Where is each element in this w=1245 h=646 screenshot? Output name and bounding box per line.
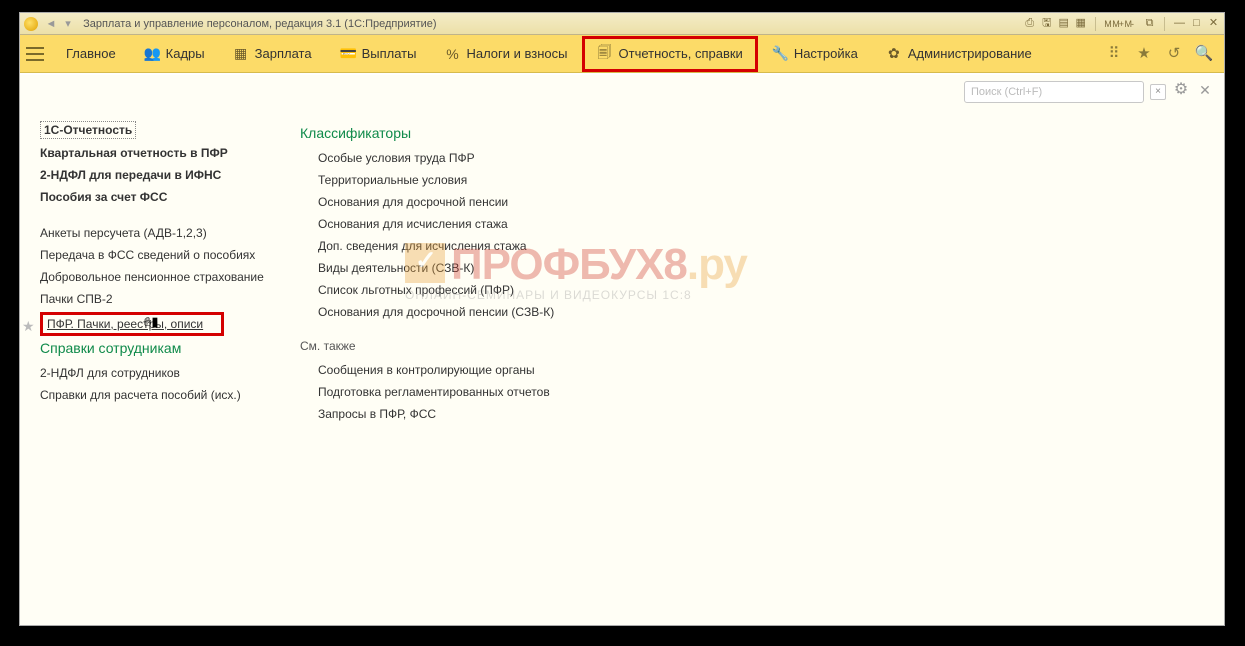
link-adv-forms[interactable]: Анкеты персучета (АДВ-1,2,3) — [40, 222, 300, 244]
link-2ndfl-ifns[interactable]: 2-НДФЛ для передачи в ИФНС — [40, 164, 300, 186]
tb-attach-icon[interactable]: ⧉ — [1143, 17, 1156, 30]
global-search-icon[interactable]: 🔍 — [1194, 44, 1214, 64]
nav-staff[interactable]: 👥 Кадры — [130, 39, 219, 69]
apps-grid-icon[interactable]: ⠿ — [1104, 44, 1124, 64]
link-preferential-jobs[interactable]: Список льготных профессий (ПФР) — [318, 279, 1204, 301]
link-seniority-extra[interactable]: Доп. сведения для исчисления стажа — [318, 235, 1204, 257]
link-early-pension-szvk[interactable]: Основания для досрочной пенсии (СЗВ-К) — [318, 301, 1204, 323]
link-benefit-refs[interactable]: Справки для расчета пособий (исх.) — [40, 384, 300, 406]
link-regulated-reports[interactable]: Подготовка регламентированных отчетов — [318, 381, 1204, 403]
favorite-indicator-icon[interactable]: ★ — [22, 318, 35, 335]
favorite-star-icon[interactable]: ★ — [1134, 44, 1154, 64]
wrench-icon: 🔧 — [772, 45, 788, 62]
link-territorial[interactable]: Территориальные условия — [318, 169, 1204, 191]
card-icon: 💳 — [340, 45, 356, 62]
people-icon: 👥 — [144, 45, 160, 62]
link-pfr-fss-requests[interactable]: Запросы в ПФР, ФСС — [318, 403, 1204, 425]
nav-salary-label: Зарплата — [255, 46, 312, 61]
window-minimize-icon[interactable]: — — [1173, 17, 1186, 30]
link-seniority-basis[interactable]: Основания для исчисления стажа — [318, 213, 1204, 235]
nav-settings[interactable]: 🔧 Настройка — [758, 39, 872, 69]
link-fss-transfer[interactable]: Передача в ФСС сведений о пособиях — [40, 244, 300, 266]
link-pfr-quarterly[interactable]: Квартальная отчетность в ПФР — [40, 142, 300, 164]
tb-calendar-icon[interactable]: ▦ — [1074, 17, 1087, 30]
nav-payments[interactable]: 💳 Выплаты — [326, 39, 431, 69]
right-content-column: ПРОФБУХ8.ру ОНЛАЙН-СЕМИНАРЫ И ВИДЕОКУРСЫ… — [300, 115, 1204, 625]
back-icon[interactable]: ◄ — [44, 18, 58, 30]
nav-salary[interactable]: ▦ Зарплата — [219, 39, 326, 69]
content-area: Поиск (Ctrl+F) × ⚙ ✕ 1С-Отчетность Кварт… — [20, 75, 1224, 625]
link-voluntary-pension[interactable]: Добровольное пенсионное страхование — [40, 266, 300, 288]
nav-admin[interactable]: ✿ Администрирование — [872, 39, 1046, 69]
tb-print-icon[interactable]: ⎙ — [1023, 17, 1036, 30]
link-2ndfl-employees[interactable]: 2-НДФЛ для сотрудников — [40, 362, 300, 384]
search-input[interactable]: Поиск (Ctrl+F) — [964, 81, 1144, 103]
link-activity-types[interactable]: Виды деятельности (СЗВ-К) — [318, 257, 1204, 279]
window-close-icon[interactable]: ✕ — [1207, 17, 1220, 30]
nav-settings-label: Настройка — [794, 46, 858, 61]
page-toolrow: Поиск (Ctrl+F) × ⚙ ✕ — [964, 81, 1214, 103]
forward-icon[interactable]: ▾ — [61, 17, 75, 30]
link-1c-reports[interactable]: 1С-Отчетность — [40, 121, 136, 139]
link-fss-benefits[interactable]: Пособия за счет ФСС — [40, 186, 300, 208]
nav-taxes-label: Налоги и взносы — [466, 46, 567, 61]
gear-icon: ✿ — [886, 45, 902, 62]
section-classifiers: Классификаторы — [300, 121, 1204, 147]
window-title: Зарплата и управление персоналом, редакц… — [83, 18, 436, 30]
link-messages-authorities[interactable]: Сообщения в контролирующие органы — [318, 359, 1204, 381]
app-logo-icon — [24, 17, 38, 31]
history-arrows[interactable]: ◄ ▾ — [44, 17, 75, 30]
section-see-also: См. также — [300, 323, 1204, 359]
tb-calc-icon[interactable]: ▤ — [1057, 17, 1070, 30]
page-settings-icon[interactable]: ⚙ — [1172, 83, 1190, 101]
nav-taxes[interactable]: % Налоги и взносы — [430, 39, 581, 69]
window-maximize-icon[interactable]: □ — [1190, 17, 1203, 30]
main-nav: Главное 👥 Кадры ▦ Зарплата 💳 Выплаты % Н… — [20, 35, 1224, 73]
nav-reports-label: Отчетность, справки — [619, 46, 743, 61]
table-icon: ▦ — [233, 45, 249, 62]
left-nav-column: 1С-Отчетность Квартальная отчетность в П… — [40, 115, 300, 625]
nav-main[interactable]: Главное — [52, 39, 130, 69]
link-special-conditions[interactable]: Особые условия труда ПФР — [318, 147, 1204, 169]
percent-icon: % — [444, 46, 460, 62]
search-clear-button[interactable]: × — [1150, 84, 1166, 100]
link-early-pension[interactable]: Основания для досрочной пенсии — [318, 191, 1204, 213]
doc-stack-icon: 🗐 — [597, 42, 613, 66]
nav-staff-label: Кадры — [166, 46, 205, 61]
nav-main-label: Главное — [66, 46, 116, 61]
tb-save-icon[interactable]: 🖫 — [1040, 17, 1053, 30]
tb-memory-indicator[interactable]: M M+ M- — [1104, 19, 1133, 29]
hamburger-icon[interactable] — [26, 47, 44, 61]
history-clock-icon[interactable]: ↺ — [1164, 44, 1184, 64]
nav-payments-label: Выплаты — [362, 46, 417, 61]
link-spv2[interactable]: Пачки СПВ-2 — [40, 288, 300, 310]
page-close-icon[interactable]: ✕ — [1196, 83, 1214, 101]
nav-admin-label: Администрирование — [908, 46, 1032, 61]
section-employee-refs: Справки сотрудникам — [40, 336, 300, 362]
nav-reports[interactable]: 🗐 Отчетность, справки — [582, 36, 758, 72]
window-titlebar: ◄ ▾ Зарплата и управление персоналом, ре… — [20, 13, 1224, 35]
link-pfr-packs-highlighted[interactable]: ПФР. Пачки, реестры, описи — [40, 312, 224, 336]
